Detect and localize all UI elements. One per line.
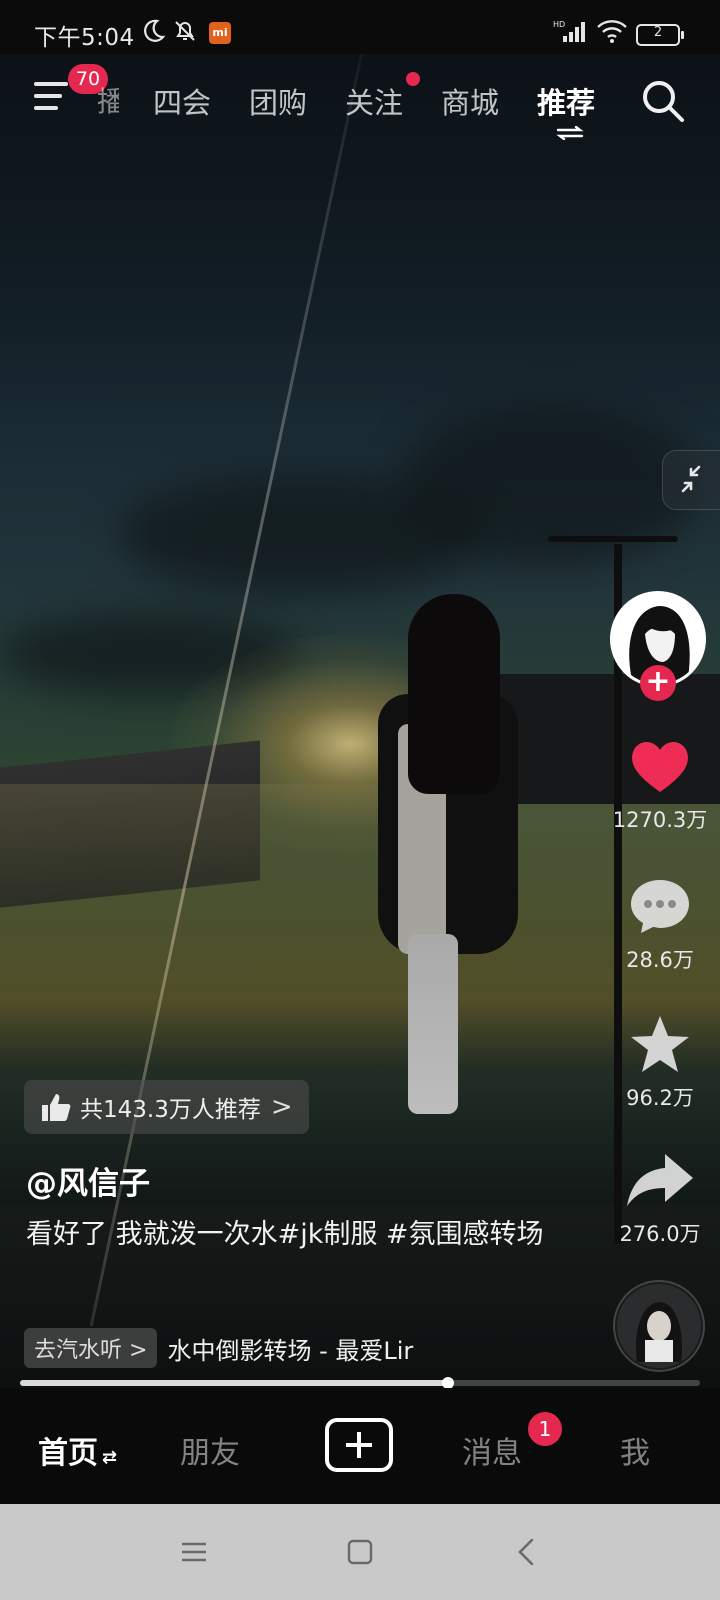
search-icon[interactable] (640, 78, 686, 124)
create-button[interactable] (325, 1418, 393, 1472)
battery-level: 2 (653, 25, 663, 40)
home-square-icon[interactable] (342, 1534, 378, 1570)
chevron-right-icon: > (129, 1338, 148, 1363)
video-caption[interactable]: 看好了 我就泼一次水#jk制服 #氛围感转场 (26, 1212, 586, 1258)
system-nav-bar (0, 1504, 720, 1600)
tab-mall[interactable]: 商城 (441, 80, 499, 122)
like-button[interactable]: 1270.3万 (605, 736, 715, 834)
music-title: 水中倒影转场 - 最爱Lir (167, 1336, 414, 1365)
moon-icon (144, 19, 166, 42)
svg-text:HD: HD (553, 20, 565, 29)
favorite-button[interactable]: 96.2万 (605, 1014, 715, 1112)
nav-friends[interactable]: 朋友 (180, 1428, 240, 1472)
recommend-pill[interactable]: 共143.3万人推荐 > (24, 1080, 309, 1134)
messages-badge: 1 (528, 1412, 562, 1446)
wifi-icon (597, 20, 627, 43)
mute-bell-icon (175, 21, 195, 41)
top-nav: 70 播 四会 团购 关注 商城 推荐 (0, 60, 720, 150)
share-button[interactable]: 276.0万 (605, 1150, 715, 1248)
swap-icon[interactable] (556, 126, 584, 140)
tab-following[interactable]: 关注 (345, 80, 403, 122)
comment-button[interactable]: 28.6万 (605, 876, 715, 974)
nav-home-label: 首页 (38, 1436, 98, 1471)
tab-sihui[interactable]: 四会 (153, 80, 211, 122)
thumbs-up-icon (42, 1094, 71, 1121)
nav-me[interactable]: 我 (620, 1428, 650, 1472)
bottom-nav: 首页 ⇄ 朋友 消息 1 我 (0, 1388, 720, 1504)
comment-icon (631, 880, 689, 933)
collapse-icon (681, 465, 701, 493)
favorite-count: 96.2万 (626, 1086, 694, 1110)
status-bar: 下午5:04 mi HD 2 (0, 0, 720, 54)
status-time: 下午5:04 (34, 25, 135, 51)
follow-button[interactable]: + (640, 665, 676, 701)
author-name[interactable]: @风信子 (26, 1158, 150, 1203)
progress-bar[interactable] (20, 1377, 700, 1389)
home-swap-icon: ⇄ (102, 1447, 118, 1468)
heart-icon (632, 741, 688, 792)
tab-groupbuy[interactable]: 团购 (249, 80, 307, 122)
progress-fill (20, 1380, 449, 1386)
following-dot (406, 72, 420, 86)
nav-home[interactable]: 首页 ⇄ (38, 1428, 117, 1472)
nav-messages[interactable]: 消息 (462, 1428, 522, 1472)
music-disc-cover (617, 1284, 701, 1368)
tab-partial[interactable]: 播 (97, 80, 119, 120)
music-tag[interactable]: 去汽水听 > (24, 1328, 158, 1368)
like-count: 1270.3万 (612, 808, 708, 832)
music-row[interactable]: 去汽水听 > 水中倒影转场 - 最爱Lir (24, 1328, 452, 1368)
comment-count: 28.6万 (626, 948, 694, 972)
battery-icon: 2 (636, 24, 684, 46)
share-count: 276.0万 (619, 1222, 701, 1246)
chevron-right-icon: > (270, 1092, 293, 1122)
music-disc[interactable] (613, 1280, 705, 1372)
star-icon (631, 1016, 689, 1072)
mi-app-icon: mi (209, 22, 231, 44)
music-tag-label: 去汽水听 (34, 1338, 123, 1363)
recommend-text: 共143.3万人推荐 (80, 1097, 261, 1123)
share-arrow-icon (627, 1154, 693, 1206)
hd-signal-icon: HD (553, 20, 585, 42)
back-icon[interactable] (510, 1534, 546, 1570)
collapse-button[interactable] (662, 450, 720, 510)
menu-button[interactable] (34, 82, 70, 118)
recent-apps-icon[interactable] (176, 1534, 212, 1570)
tab-recommend[interactable]: 推荐 (537, 80, 595, 122)
